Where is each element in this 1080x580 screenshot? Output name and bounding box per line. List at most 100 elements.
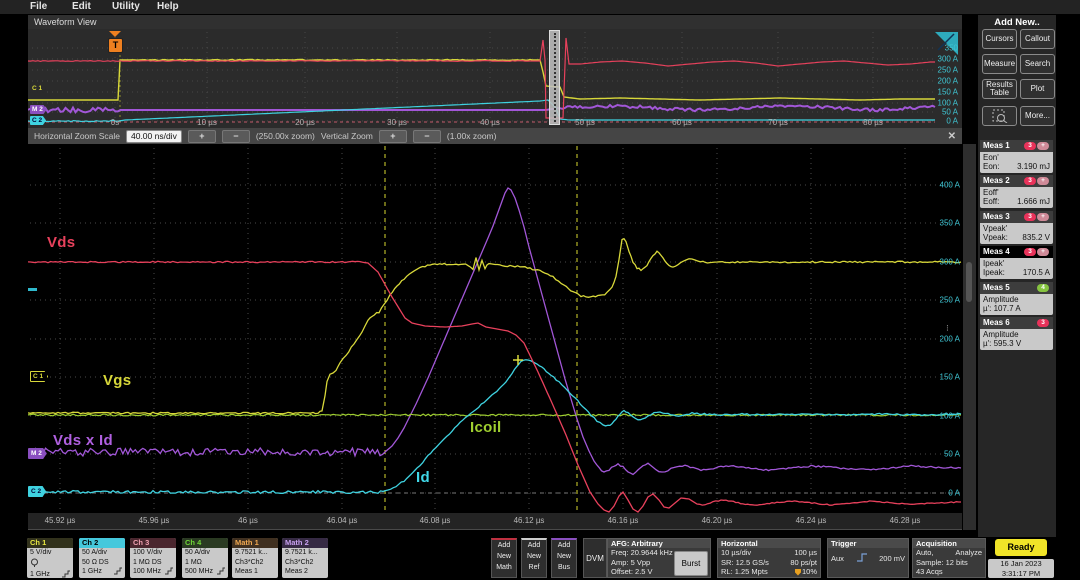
trigger-position-icon bbox=[795, 569, 801, 576]
badge-header: Ch 4 bbox=[182, 538, 228, 548]
rising-edge-icon bbox=[856, 552, 868, 566]
probe-icon bbox=[30, 558, 39, 567]
channel-tag-c2[interactable]: C 2 bbox=[30, 116, 46, 125]
menu-item-help[interactable]: Help bbox=[157, 1, 179, 12]
meas-badge-1[interactable]: Meas 1+3Eon'Eon:3.190 mJ bbox=[980, 140, 1053, 173]
meas-badge-5[interactable]: Meas 54Amplitudeµ': 107.7 A bbox=[980, 282, 1053, 315]
badge-scale: 50 A/div bbox=[182, 548, 228, 558]
hzoom-minus-button[interactable]: − bbox=[222, 130, 250, 143]
trace-label-vdsxid: Vds x Id bbox=[53, 432, 113, 449]
menu-item-file[interactable]: File bbox=[30, 1, 47, 12]
menu-item-edit[interactable]: Edit bbox=[72, 1, 91, 12]
badge-coupling bbox=[27, 558, 73, 571]
menu-item-utility[interactable]: Utility bbox=[112, 1, 140, 12]
trigger-source: Aux bbox=[831, 554, 844, 564]
vzoom-minus-button[interactable]: − bbox=[413, 130, 441, 143]
channel-tag-c1[interactable]: C 1 bbox=[30, 84, 46, 93]
zoom-scale-input[interactable]: 40.00 ns/div bbox=[126, 130, 182, 143]
badge-math2[interactable]: Math 29.7521 k...Ch3*Ch2Meas 2 bbox=[282, 538, 328, 578]
add-new-ref-button[interactable]: AddNewRef bbox=[521, 538, 547, 578]
meas-source-pill: 3 bbox=[1024, 177, 1036, 185]
sample-rate: SR: 12.5 GS/s bbox=[721, 558, 769, 568]
meas-source-pill: + bbox=[1037, 248, 1049, 256]
meas-source-pill: + bbox=[1037, 177, 1049, 185]
meas-badge-4[interactable]: Meas 4+3Ipeak'Ipeak:170.5 A bbox=[980, 246, 1053, 279]
main-plot-svg bbox=[28, 144, 962, 513]
add-new-math-button[interactable]: AddNewMath bbox=[491, 538, 517, 578]
main-axis-label: 400 A bbox=[920, 181, 960, 190]
add-cursors-button[interactable]: Cursors bbox=[982, 29, 1017, 49]
meas-value: 1.666 mJ bbox=[1017, 197, 1050, 206]
acq-count: 43 Acqs bbox=[916, 567, 943, 577]
main-time-label: 46.24 µs bbox=[796, 516, 827, 525]
meas-badge-3[interactable]: Meas 3+3Vpeak'Vpeak:835.2 V bbox=[980, 211, 1053, 244]
badge-ch1[interactable]: Ch 15 V/div1 GHz bbox=[27, 538, 73, 578]
badge-header: Math 1 bbox=[232, 538, 278, 548]
bandwidth-icon bbox=[113, 567, 123, 578]
horizontal-panel[interactable]: Horizontal 10 µs/div100 µs SR: 12.5 GS/s… bbox=[717, 538, 821, 578]
meas-name: Vpeak: bbox=[983, 233, 1008, 242]
scrollbar-handle[interactable] bbox=[966, 262, 972, 302]
burst-button[interactable]: Burst bbox=[674, 551, 708, 576]
meas-value: 170.5 A bbox=[1023, 268, 1050, 277]
meas-badge-6[interactable]: Meas 63Amplitudeµ': 595.3 V bbox=[980, 317, 1053, 350]
horizontal-window: 100 µs bbox=[794, 548, 817, 558]
meas-line1: Eon' bbox=[983, 153, 1050, 162]
acquisition-panel[interactable]: Acquisition Auto,Analyze Sample: 12 bits… bbox=[912, 538, 986, 578]
add-plot-button[interactable]: Plot bbox=[1020, 79, 1055, 99]
badge-header: Ch 3 bbox=[130, 538, 176, 548]
meas-header: Meas 2+3 bbox=[980, 175, 1053, 187]
meas-header: Meas 1+3 bbox=[980, 140, 1053, 152]
add-search-button[interactable]: Search bbox=[1020, 54, 1055, 74]
bandwidth-icon bbox=[216, 567, 226, 578]
hzoom-plus-button[interactable]: + bbox=[188, 130, 216, 143]
trigger-panel[interactable]: Trigger Aux 200 mV bbox=[827, 538, 909, 578]
ready-status-badge: Ready bbox=[995, 539, 1047, 556]
visual-trigger-button[interactable] bbox=[982, 106, 1017, 126]
add-more--button[interactable]: More... bbox=[1020, 106, 1055, 126]
badge-math1[interactable]: Math 19.7521 k...Ch3*Ch2Meas 1 bbox=[232, 538, 278, 578]
meas-source-pill: 4 bbox=[1037, 284, 1049, 292]
afg-panel[interactable]: AFG: Arbitrary Freq: 20.9644 kHz Amp: 5 … bbox=[607, 538, 711, 578]
add-new-bus-button[interactable]: AddNewBus bbox=[551, 538, 577, 578]
meas-body: Amplitudeµ': 107.7 A bbox=[980, 294, 1053, 315]
main-axis-label: 0 A bbox=[920, 489, 960, 498]
meas-badge-2[interactable]: Meas 2+3Eoff'Eoff:1.666 mJ bbox=[980, 175, 1053, 208]
horizontal-scale: 10 µs/div bbox=[721, 548, 751, 558]
main-axis-label: 200 A bbox=[920, 335, 960, 344]
sample-period: 80 ps/pt bbox=[790, 558, 817, 568]
badge-ch3[interactable]: Ch 3100 V/div1 MΩ DS100 MHz bbox=[130, 538, 176, 578]
overview-svg bbox=[28, 29, 962, 128]
badge-ch2[interactable]: Ch 250 A/div50 Ω DS1 GHz bbox=[79, 538, 125, 578]
channel-tag-c2[interactable]: C 2 bbox=[28, 486, 46, 497]
overview-time-label: 30 µs bbox=[387, 118, 407, 127]
channel-tag-c1[interactable]: C 1 bbox=[30, 371, 48, 382]
trigger-marker[interactable]: T bbox=[108, 38, 123, 53]
main-time-label: 46.16 µs bbox=[608, 516, 639, 525]
add-callout-button[interactable]: Callout bbox=[1020, 29, 1055, 49]
main-time-label: 45.92 µs bbox=[45, 516, 76, 525]
meas-line2: Eoff:1.666 mJ bbox=[983, 197, 1050, 206]
overview-time-label: 0s bbox=[111, 118, 119, 127]
vzoom-plus-button[interactable]: + bbox=[379, 130, 407, 143]
badge-ch4[interactable]: Ch 450 A/div1 MΩ500 MHz bbox=[182, 538, 228, 578]
main-time-label: 46.28 µs bbox=[890, 516, 921, 525]
add-measure-button[interactable]: Measure bbox=[982, 54, 1017, 74]
channel-tag-m2[interactable]: M 2 bbox=[30, 105, 47, 114]
meas-source-pill: 3 bbox=[1024, 213, 1036, 221]
acq-mode: Auto, bbox=[916, 548, 934, 558]
trigger-position: 10% bbox=[795, 567, 817, 577]
zoom-window-marker[interactable] bbox=[549, 30, 560, 125]
main-axis-label: 150 A bbox=[920, 373, 960, 382]
plot-scrollbar[interactable] bbox=[963, 144, 976, 530]
badge-coupling: 50 Ω DS bbox=[79, 558, 125, 568]
channel-tag-m2[interactable]: M 2 bbox=[28, 448, 47, 459]
dvm-button[interactable]: DVM bbox=[583, 538, 607, 578]
meas-line1: Amplitude bbox=[983, 295, 1050, 304]
add-results-table-button[interactable]: Results Table bbox=[982, 79, 1017, 99]
meas-line1: Ipeak' bbox=[983, 259, 1050, 268]
meas-value: 835.2 V bbox=[1022, 233, 1050, 242]
badge-bandwidth: 100 MHz bbox=[130, 567, 176, 577]
main-time-label: 46.20 µs bbox=[702, 516, 733, 525]
close-zoom-icon[interactable]: ✕ bbox=[948, 131, 956, 142]
